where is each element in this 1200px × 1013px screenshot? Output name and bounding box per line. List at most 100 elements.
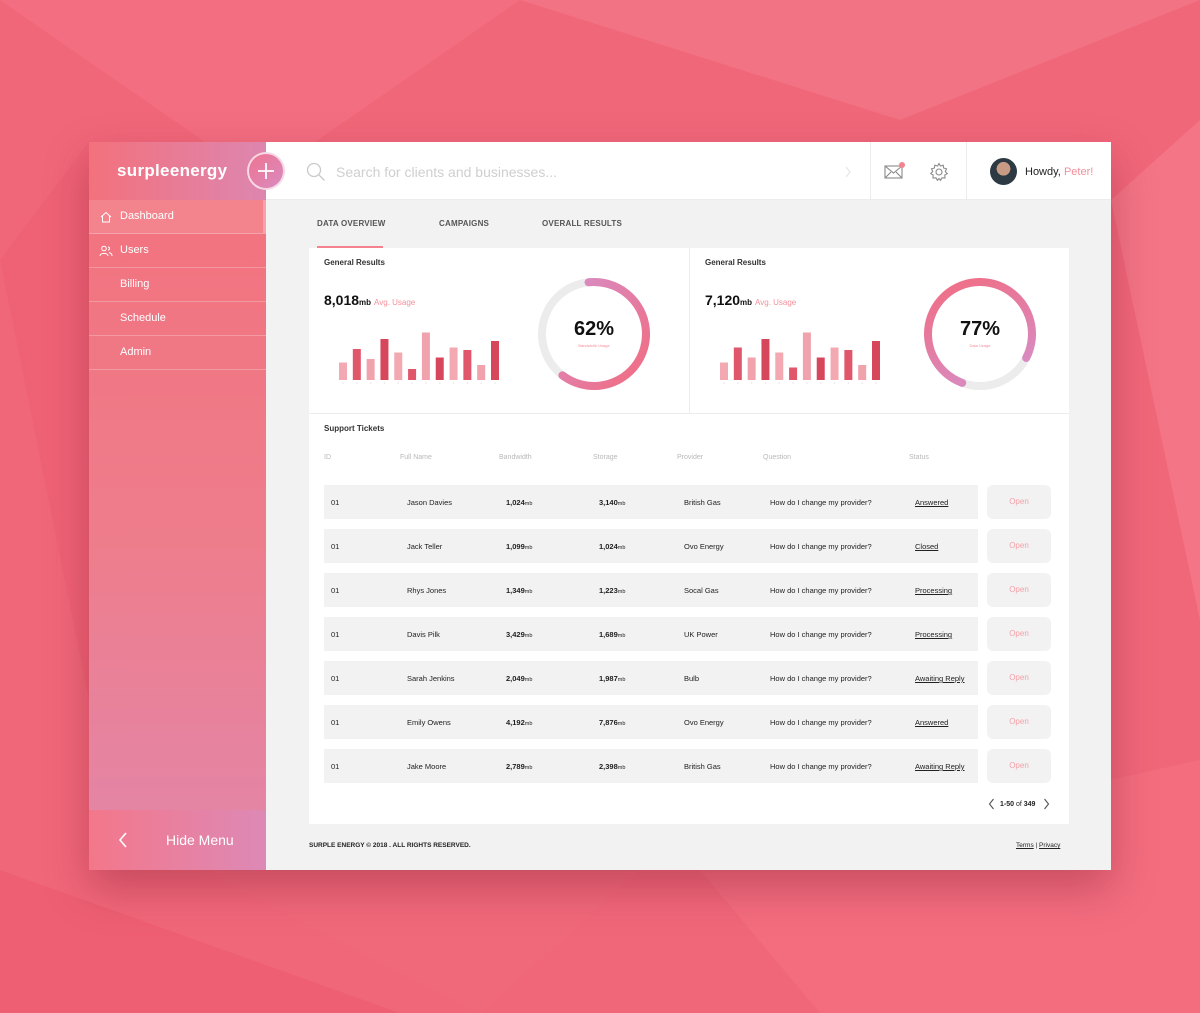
sidebar-item-dashboard[interactable]: Dashboard xyxy=(89,200,266,234)
plus-icon xyxy=(258,163,274,179)
pagination-prev-icon[interactable] xyxy=(988,798,995,810)
hide-menu-button[interactable]: Hide Menu xyxy=(89,810,266,870)
general-results-card: General Results 8,018mb Avg. Usage 62% Ba… xyxy=(309,248,689,413)
x-tick xyxy=(723,382,725,384)
bar xyxy=(380,339,389,380)
cell-bandwidth-value: 1,099 xyxy=(506,542,525,551)
column-header-storage: Storage xyxy=(593,454,618,461)
general-results-card: General Results 7,120mb Avg. Usage 77% Da… xyxy=(689,248,1069,413)
x-tick xyxy=(750,382,753,384)
table-row[interactable]: 01 Emily Owens 4,192mb 7,876mb Ovo Energy How… xyxy=(324,705,978,739)
x-tick xyxy=(778,382,781,384)
cell-status[interactable]: Answered xyxy=(915,718,948,727)
privacy-link[interactable]: Privacy xyxy=(1039,842,1060,849)
search-input[interactable] xyxy=(336,160,836,184)
gear-icon[interactable] xyxy=(929,162,949,182)
cell-id: 01 xyxy=(331,586,340,595)
x-tick xyxy=(425,382,427,384)
footer-separator: | xyxy=(1035,842,1038,849)
open-ticket-button[interactable]: Open xyxy=(987,617,1051,651)
sidebar-item-label: Billing xyxy=(120,278,150,290)
cell-id: 01 xyxy=(331,630,340,639)
open-ticket-button[interactable]: Open xyxy=(987,485,1051,519)
cell-status[interactable]: Awaiting Reply xyxy=(915,762,964,771)
pagination-total: 349 xyxy=(1023,801,1036,808)
cell-bandwidth-value: 2,049 xyxy=(506,674,525,683)
cell-bandwidth: 2,049mb xyxy=(506,674,532,683)
cell-question: How do I change my provider? xyxy=(770,762,872,771)
tab-campaigns[interactable]: CAMPAIGNS xyxy=(439,219,489,228)
card-title: General Results xyxy=(324,258,385,267)
bar-chart xyxy=(720,332,880,384)
usage-unit: mb xyxy=(359,298,372,307)
tab-data-overview[interactable]: DATA OVERVIEW xyxy=(317,219,386,228)
tab-overall-results[interactable]: OVERALL RESULTS xyxy=(542,219,622,228)
cell-status[interactable]: Answered xyxy=(915,498,948,507)
mail-icon[interactable] xyxy=(884,161,906,181)
usage-value: 8,018mb Avg. Usage xyxy=(324,292,415,308)
cell-id: 01 xyxy=(331,674,340,683)
percent-label: 62% xyxy=(573,318,615,340)
cell-status[interactable]: Awaiting Reply xyxy=(915,674,964,683)
cell-unit: mb xyxy=(524,501,533,507)
cell-storage-value: 1,024 xyxy=(599,542,618,551)
x-tick xyxy=(833,382,836,384)
sidebar-item-users[interactable]: Users xyxy=(89,234,266,268)
cell-bandwidth-value: 3,429 xyxy=(506,630,525,639)
table-row[interactable]: 01 Sarah Jenkins 2,049mb 1,987mb Bulb How do … xyxy=(324,661,978,695)
table-row[interactable]: 01 Jason Davies 1,024mb 3,140mb British Gas H… xyxy=(324,485,978,519)
open-ticket-button[interactable]: Open xyxy=(987,705,1051,739)
x-tick xyxy=(480,382,482,384)
open-ticket-button[interactable]: Open xyxy=(987,749,1051,783)
avatar[interactable] xyxy=(990,158,1017,185)
sidebar-item-billing[interactable]: Billing xyxy=(89,268,266,302)
column-header-id: ID xyxy=(324,454,331,461)
cell-unit: mb xyxy=(617,765,626,771)
cell-storage: 2,398mb xyxy=(599,762,625,771)
bar xyxy=(463,350,472,380)
add-button[interactable] xyxy=(247,152,285,190)
sidebar-item-label: Dashboard xyxy=(120,210,174,222)
pagination-range: 1-50 xyxy=(1000,801,1015,808)
cell-storage: 1,987mb xyxy=(599,674,625,683)
cell-id: 01 xyxy=(331,718,340,727)
cell-storage-value: 1,689 xyxy=(599,630,618,639)
x-tick xyxy=(819,382,822,384)
table-row[interactable]: 01 Jack Teller 1,099mb 1,024mb Ovo Energy How… xyxy=(324,529,978,563)
bar-chart xyxy=(339,332,499,384)
x-tick xyxy=(438,382,441,384)
greeting-text: Howdy, xyxy=(1025,166,1061,178)
sidebar-nav: Dashboard Users Billing Schedule Admin xyxy=(89,200,266,370)
cell-storage-value: 7,876 xyxy=(599,718,618,727)
card-title: General Results xyxy=(705,258,766,267)
bar xyxy=(477,365,486,380)
cell-storage-value: 2,398 xyxy=(599,762,618,771)
table-row[interactable]: 01 Jake Moore 2,789mb 2,398mb British Gas How… xyxy=(324,749,978,783)
app-window: surpleenergy Dashboard Users Billing Sch… xyxy=(89,142,1111,870)
cell-bandwidth-value: 2,789 xyxy=(506,762,525,771)
cell-status[interactable]: Closed xyxy=(915,542,938,551)
cell-storage-value: 3,140 xyxy=(599,498,618,507)
table-row[interactable]: 01 Davis Pilk 3,429mb 1,689mb UK Power How do… xyxy=(324,617,978,651)
x-tick xyxy=(342,382,344,384)
cell-name: Jake Moore xyxy=(407,762,447,771)
cell-id: 01 xyxy=(331,762,340,771)
sidebar-item-label: Admin xyxy=(120,346,152,358)
cell-status[interactable]: Processing xyxy=(915,630,952,639)
terms-link[interactable]: Terms xyxy=(1016,842,1034,849)
cell-provider: Bulb xyxy=(684,674,700,683)
pagination-next-icon[interactable] xyxy=(1043,798,1050,810)
cell-status[interactable]: Processing xyxy=(915,586,952,595)
x-tick xyxy=(452,382,455,384)
table-row[interactable]: 01 Rhys Jones 1,349mb 1,223mb Socal Gas How d… xyxy=(324,573,978,607)
sidebar-item-schedule[interactable]: Schedule xyxy=(89,302,266,336)
bar xyxy=(844,350,853,380)
open-ticket-button[interactable]: Open xyxy=(987,661,1051,695)
sidebar-item-admin[interactable]: Admin xyxy=(89,336,266,370)
cell-provider: Ovo Energy xyxy=(684,718,724,727)
top-bar: Howdy, Peter! xyxy=(266,142,1111,200)
usage-number: 8,018 xyxy=(324,292,360,308)
open-ticket-button[interactable]: Open xyxy=(987,529,1051,563)
open-ticket-button[interactable]: Open xyxy=(987,573,1051,607)
cell-name: Emily Owens xyxy=(407,718,451,727)
